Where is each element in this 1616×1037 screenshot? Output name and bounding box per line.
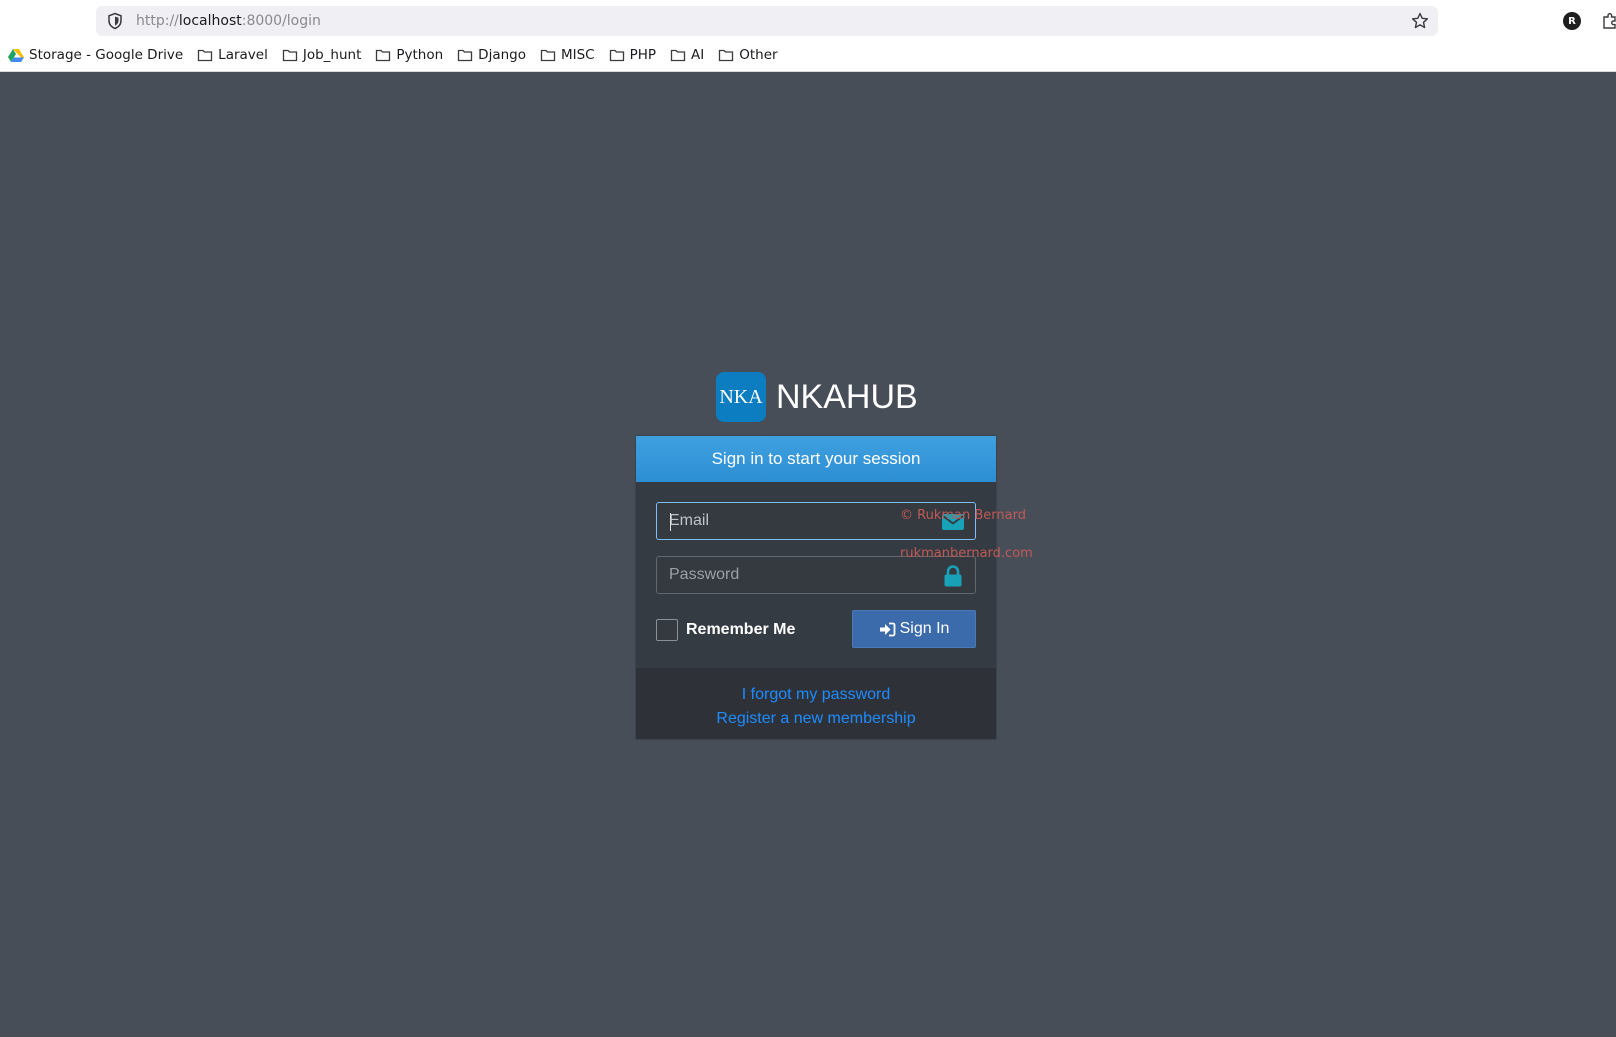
bookmark-label: Python [396,47,444,63]
brand-logo: NKA [716,372,766,422]
profile-avatar[interactable]: R [1563,12,1581,30]
remember-me[interactable]: Remember Me [656,619,795,641]
login-card-footer: I forgot my password Register a new memb… [636,668,996,739]
bookmark-folder-misc[interactable]: MISC [540,47,595,63]
bookmark-folder-laravel[interactable]: Laravel [197,47,268,63]
bookmark-folder-job-hunt[interactable]: Job_hunt [282,47,362,63]
folder-icon [198,49,213,62]
watermark-copyright: © Rukman Bernard [900,508,1026,523]
url-text[interactable]: http://localhost:8000/login [136,13,321,29]
bookmark-folder-ai[interactable]: AI [670,47,704,63]
bookmark-folder-php[interactable]: PHP [609,47,656,63]
bookmark-folder-other[interactable]: Other [718,47,778,63]
folder-icon [540,49,556,62]
folder-icon [458,49,473,62]
bookmark-label: Django [478,47,526,63]
google-drive-icon [8,49,24,62]
bookmark-folder-python[interactable]: Python [375,47,443,63]
url-host: localhost [178,13,242,29]
watermark-site: rukmanbernard.com [900,546,1033,561]
bookmark-star-icon[interactable] [1410,11,1430,31]
bookmarks-bar: Storage - Google Drive Laravel Job_hunt … [8,44,778,66]
sign-in-icon [879,622,895,636]
text-caret [670,513,671,531]
sign-in-label: Sign In [899,620,950,637]
url-scheme: http:// [136,13,179,29]
remember-me-label[interactable]: Remember Me [686,621,795,639]
bookmark-label: Storage - Google Drive [29,47,184,63]
url-path: :8000/login [241,13,321,29]
bookmark-google-drive[interactable]: Storage - Google Drive [8,47,183,63]
bookmark-label: Laravel [218,47,268,63]
bookmark-folder-django[interactable]: Django [457,47,526,63]
brand-name: NKAHUB [776,377,918,416]
shield-icon [108,12,122,30]
register-link[interactable]: Register a new membership [636,707,996,731]
extensions-icon[interactable] [1600,11,1616,31]
folder-icon [282,49,297,62]
folder-icon [376,49,391,62]
watermark: © Rukman Bernard rukmanbernard.com [900,497,1033,573]
folder-icon [609,49,624,62]
bookmark-label: Other [739,47,778,63]
folder-icon [719,49,734,62]
forgot-password-link[interactable]: I forgot my password [636,683,996,707]
login-card: Sign in to start your session Remember M… [636,436,996,739]
login-card-header: Sign in to start your session [636,436,996,482]
bookmark-label: MISC [560,47,595,63]
browser-chrome: http://localhost:8000/login R Storage - … [0,0,1616,72]
folder-icon [670,49,686,62]
bookmark-label: AI [691,47,705,63]
bookmark-label: Job_hunt [302,47,362,63]
remember-me-checkbox[interactable] [656,619,678,641]
login-header-text: Sign in to start your session [711,449,921,468]
sign-in-button[interactable]: Sign In [852,610,976,648]
address-bar[interactable]: http://localhost:8000/login [96,6,1438,36]
bookmark-label: PHP [629,47,657,63]
brand-header: NKA NKAHUB [716,372,918,422]
